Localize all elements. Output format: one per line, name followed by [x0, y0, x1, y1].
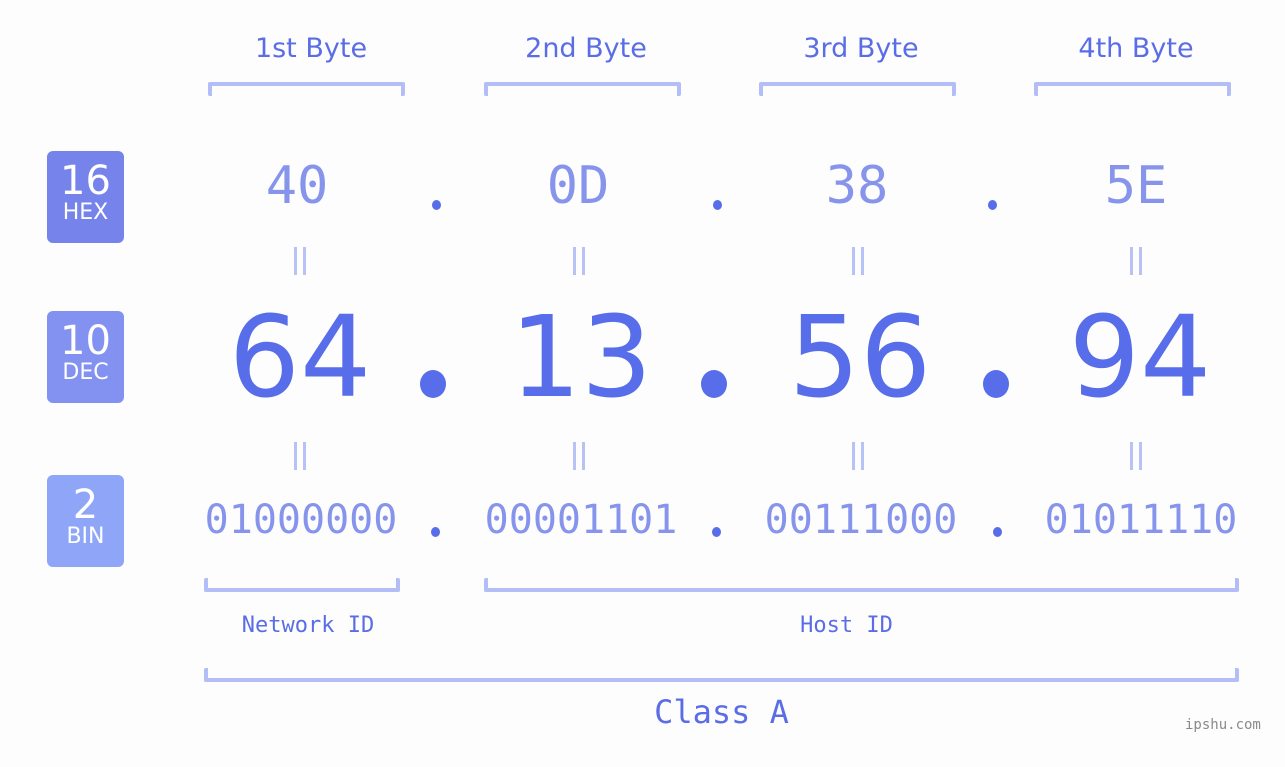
bin-byte-4: 01011110: [1044, 497, 1238, 543]
hex-dot-1: [432, 200, 441, 210]
byte-header-1: 1st Byte: [254, 33, 368, 64]
equals-icon: [1130, 247, 1142, 275]
hex-badge: 16 HEX: [47, 151, 124, 243]
dec-byte-2: 13: [509, 293, 653, 423]
byte-bracket-4: [1034, 82, 1231, 96]
equals-icon: [573, 442, 585, 470]
hex-dot-2: [713, 200, 722, 210]
hex-dot-3: [988, 200, 997, 210]
dec-base: 10: [60, 318, 111, 364]
bin-badge: 2 BIN: [47, 475, 124, 567]
hex-byte-1: 40: [265, 156, 329, 216]
equals-icon: [573, 247, 585, 275]
dec-label: DEC: [62, 360, 109, 385]
byte-bracket-3: [759, 82, 956, 96]
bin-byte-3: 00111000: [764, 497, 958, 543]
watermark: ipshu.com: [1185, 717, 1261, 733]
hex-byte-3: 38: [825, 156, 889, 216]
bin-dot-3: [993, 527, 1002, 537]
bin-dot-2: [712, 527, 721, 537]
network-id-label: Network ID: [241, 613, 375, 638]
equals-icon: [852, 442, 864, 470]
dec-byte-1: 64: [228, 293, 372, 423]
dec-dot-3: [983, 370, 1009, 398]
byte-header-4: 4th Byte: [1078, 33, 1194, 64]
equals-icon: [1130, 442, 1142, 470]
hex-base: 16: [60, 158, 111, 204]
bin-label: BIN: [66, 524, 105, 549]
host-id-label: Host ID: [800, 613, 893, 638]
byte-header-2: 2nd Byte: [525, 33, 647, 64]
equals-icon: [294, 247, 306, 275]
bin-dot-1: [431, 527, 440, 537]
class-label: Class A: [654, 693, 789, 731]
bin-byte-2: 00001101: [484, 497, 678, 543]
hex-byte-2: 0D: [546, 156, 610, 216]
byte-bracket-1: [208, 82, 405, 96]
bin-base: 2: [72, 482, 99, 528]
byte-header-3: 3rd Byte: [803, 33, 919, 64]
equals-icon: [294, 442, 306, 470]
hex-byte-4: 5E: [1104, 156, 1168, 216]
dec-byte-4: 94: [1068, 293, 1212, 423]
bin-byte-1: 01000000: [204, 497, 398, 543]
class-bracket: [204, 668, 1239, 682]
dec-badge: 10 DEC: [47, 311, 124, 403]
dec-byte-3: 56: [788, 293, 932, 423]
byte-bracket-2: [484, 82, 681, 96]
network-id-bracket: [204, 578, 400, 592]
host-id-bracket: [484, 578, 1239, 592]
dec-dot-1: [420, 370, 446, 398]
hex-label: HEX: [62, 200, 109, 225]
dec-dot-2: [701, 370, 727, 398]
equals-icon: [852, 247, 864, 275]
